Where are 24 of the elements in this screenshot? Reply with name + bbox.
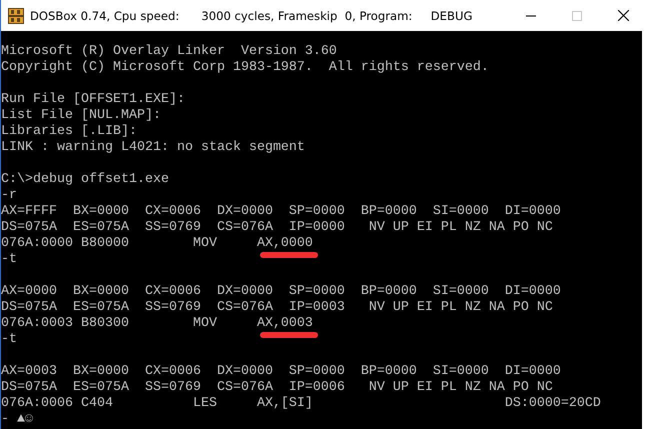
terminal-line: AX=0000 BX=0000 CX=0006 DX=0000 SP=0000 BP=0000 SI=0000 DI=0000 [1,284,561,300]
window-title: DOSBox 0.74, Cpu speed: 3000 cycles, Frameskip 0, Program: DEBUG [30,8,472,22]
terminal-line: DS=075A ES=075A SS=0769 CS=076A IP=0006 NV UP EI PL NZ NA PO NC [1,380,553,396]
terminal-line: - ▲☺ [1,412,33,428]
terminal-line: AX=0003 BX=0000 CX=0006 DX=0000 SP=0000 BP=0000 SI=0000 DI=0000 [1,364,561,380]
terminal-line: DS=075A ES=075A SS=0769 CS=076A IP=0003 NV UP EI PL NZ NA PO NC [1,300,553,316]
terminal-line: 076A:0003 B80300 MOV AX,0003 [1,316,313,332]
close-icon [618,10,628,21]
terminal-line: DS=075A ES=075A SS=0769 CS=076A IP=0000 NV UP EI PL NZ NA PO NC [1,220,553,236]
terminal-line: -r [1,188,17,204]
terminal-line: Microsoft (R) Overlay Linker Version 3.60 [1,44,337,60]
terminal-line: C:\>debug offset1.exe [1,172,169,188]
terminal-line: Libraries [.LIB]: [1,124,137,140]
terminal-line: 076A:0006 C404 LES AX,[SI] DS:0000=20CD [1,396,601,412]
terminal-line: List File [NUL.MAP]: [1,108,161,124]
maximize-icon [572,10,582,20]
terminal-line: 076A:0000 B80000 MOV AX,0000 [1,236,313,252]
terminal-line: LINK : warning L4021: no stack segment [1,140,305,156]
terminal-line: -t [1,332,17,348]
terminal-line: AX=FFFF BX=0000 CX=0006 DX=0000 SP=0000 BP=0000 SI=0000 DI=0000 [1,204,561,220]
terminal-line: Run File [OFFSET1.EXE]: [1,92,185,108]
terminal-line: -t [1,252,17,268]
terminal-line: Copyright (C) Microsoft Corp 1983-1987. All rights reserved. [1,60,489,76]
app-icon [8,8,24,24]
